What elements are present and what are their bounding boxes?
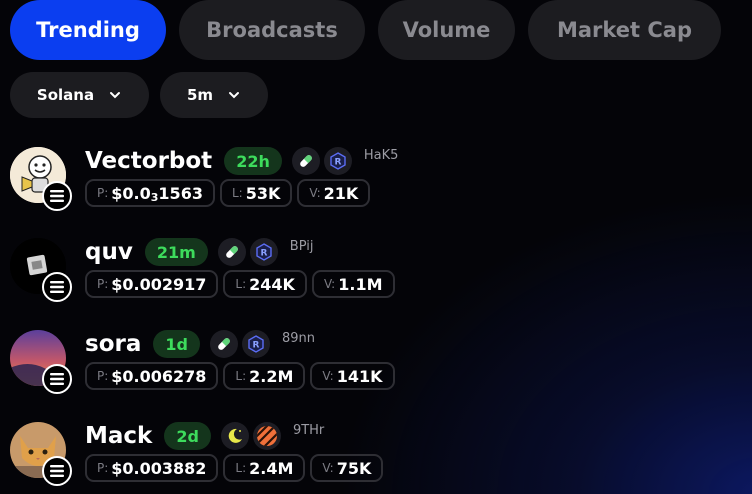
category-tabs: Trending Broadcasts Volume Market Cap (10, 0, 721, 60)
token-address[interactable]: 9THr (293, 423, 324, 438)
volume-stat: V: 1.1M (311, 270, 395, 298)
price-value: $0.006278 (111, 366, 207, 386)
svg-text:R: R (252, 341, 259, 351)
pill-icon (291, 147, 320, 175)
solana-icon (50, 373, 64, 385)
solana-icon (50, 465, 64, 477)
volume-value: 21K (323, 183, 359, 203)
liquidity-value: 53K (245, 183, 281, 203)
volume-value: 141K (336, 366, 383, 386)
solana-icon (50, 281, 64, 293)
price-digits: 1563 (158, 183, 203, 203)
liquidity-value: 2.4M (249, 458, 294, 478)
tab-market-cap[interactable]: Market Cap (528, 0, 721, 60)
volume-stat: V: 141K (310, 362, 395, 390)
tab-volume[interactable]: Volume (378, 0, 515, 60)
svg-text:R: R (334, 158, 341, 168)
volume-value: 1.1M (338, 274, 383, 294)
liquidity-stat: L: 2.4M (223, 454, 306, 482)
volume-stat: V: 75K (310, 454, 384, 482)
token-name: Vectorbot (85, 148, 213, 174)
token-address[interactable]: BPij (290, 239, 314, 254)
moon-icon (220, 422, 249, 450)
liquidity-key: L: (235, 369, 247, 383)
raydium-icon: R (323, 147, 352, 175)
filter-bar: Solana 5m (10, 72, 268, 118)
raydium-icon: R (241, 330, 270, 358)
liquidity-stat: L: 2.2M (223, 362, 306, 390)
solana-chain-badge (42, 456, 72, 486)
token-row-sora[interactable]: sora 1d R 89nn P: $0.006278 L: 2.2M V: 141K (10, 330, 750, 410)
liquidity-value: 2.2M (249, 366, 294, 386)
token-row-vectorbot[interactable]: Vectorbot 22h R HaK5 P: $0.0 3 1563 L: 53K V… (10, 147, 750, 227)
volume-stat: V: 21K (297, 179, 371, 207)
token-name: sora (85, 331, 142, 357)
tab-trending[interactable]: Trending (10, 0, 166, 60)
volume-key: V: (323, 277, 336, 291)
price-stat: P: $0.006278 (85, 362, 219, 390)
striped-launchpad-icon (252, 422, 281, 450)
svg-text:R: R (260, 249, 267, 259)
price-key: P: (97, 461, 109, 475)
timeframe-dropdown-label: 5m (186, 86, 214, 104)
solana-icon (50, 190, 64, 202)
solana-chain-badge (42, 364, 72, 394)
solana-chain-badge (42, 272, 72, 302)
chain-dropdown-label: Solana (36, 86, 95, 104)
token-age-badge: 21m (144, 238, 208, 266)
token-age-badge: 22h (224, 147, 282, 175)
price-prefix: $0.0 (111, 183, 151, 203)
chain-dropdown[interactable]: Solana (10, 72, 149, 118)
token-row-mack[interactable]: Mack 2d 9THr P: $0.003882 L: 2.4M V: 75K (10, 422, 750, 494)
liquidity-stat: L: 53K (219, 179, 293, 207)
volume-key: V: (309, 186, 321, 200)
token-row-quv[interactable]: quv 21m R BPij P: $0.002917 L: 244K V: 1.1M (10, 238, 750, 318)
price-stat: P: $0.002917 (85, 270, 219, 298)
solana-chain-badge (42, 181, 72, 211)
volume-key: V: (322, 369, 334, 383)
token-name: quv (85, 239, 133, 265)
chevron-down-icon (229, 92, 240, 99)
liquidity-stat: L: 244K (223, 270, 307, 298)
liquidity-key: L: (235, 277, 247, 291)
liquidity-value: 244K (249, 274, 295, 294)
liquidity-key: L: (231, 186, 243, 200)
volume-value: 75K (336, 458, 372, 478)
price-value: $0.003882 (111, 458, 207, 478)
chevron-down-icon (110, 92, 121, 99)
token-address[interactable]: HaK5 (364, 148, 399, 163)
price-key: P: (97, 186, 109, 200)
price-value: $0.002917 (111, 274, 207, 294)
price-stat: P: $0.0 3 1563 (85, 179, 215, 207)
tab-broadcasts[interactable]: Broadcasts (179, 0, 365, 60)
token-age-badge: 1d (153, 330, 200, 358)
token-name: Mack (85, 423, 153, 449)
volume-key: V: (322, 461, 334, 475)
pill-icon (217, 238, 246, 266)
pill-icon (209, 330, 238, 358)
price-stat: P: $0.003882 (85, 454, 219, 482)
price-key: P: (97, 369, 109, 383)
price-zero-count: 3 (150, 190, 159, 204)
price-key: P: (97, 277, 109, 291)
liquidity-key: L: (235, 461, 247, 475)
timeframe-dropdown[interactable]: 5m (160, 72, 268, 118)
token-address[interactable]: 89nn (282, 331, 315, 346)
raydium-icon: R (249, 238, 278, 266)
token-age-badge: 2d (164, 422, 211, 450)
